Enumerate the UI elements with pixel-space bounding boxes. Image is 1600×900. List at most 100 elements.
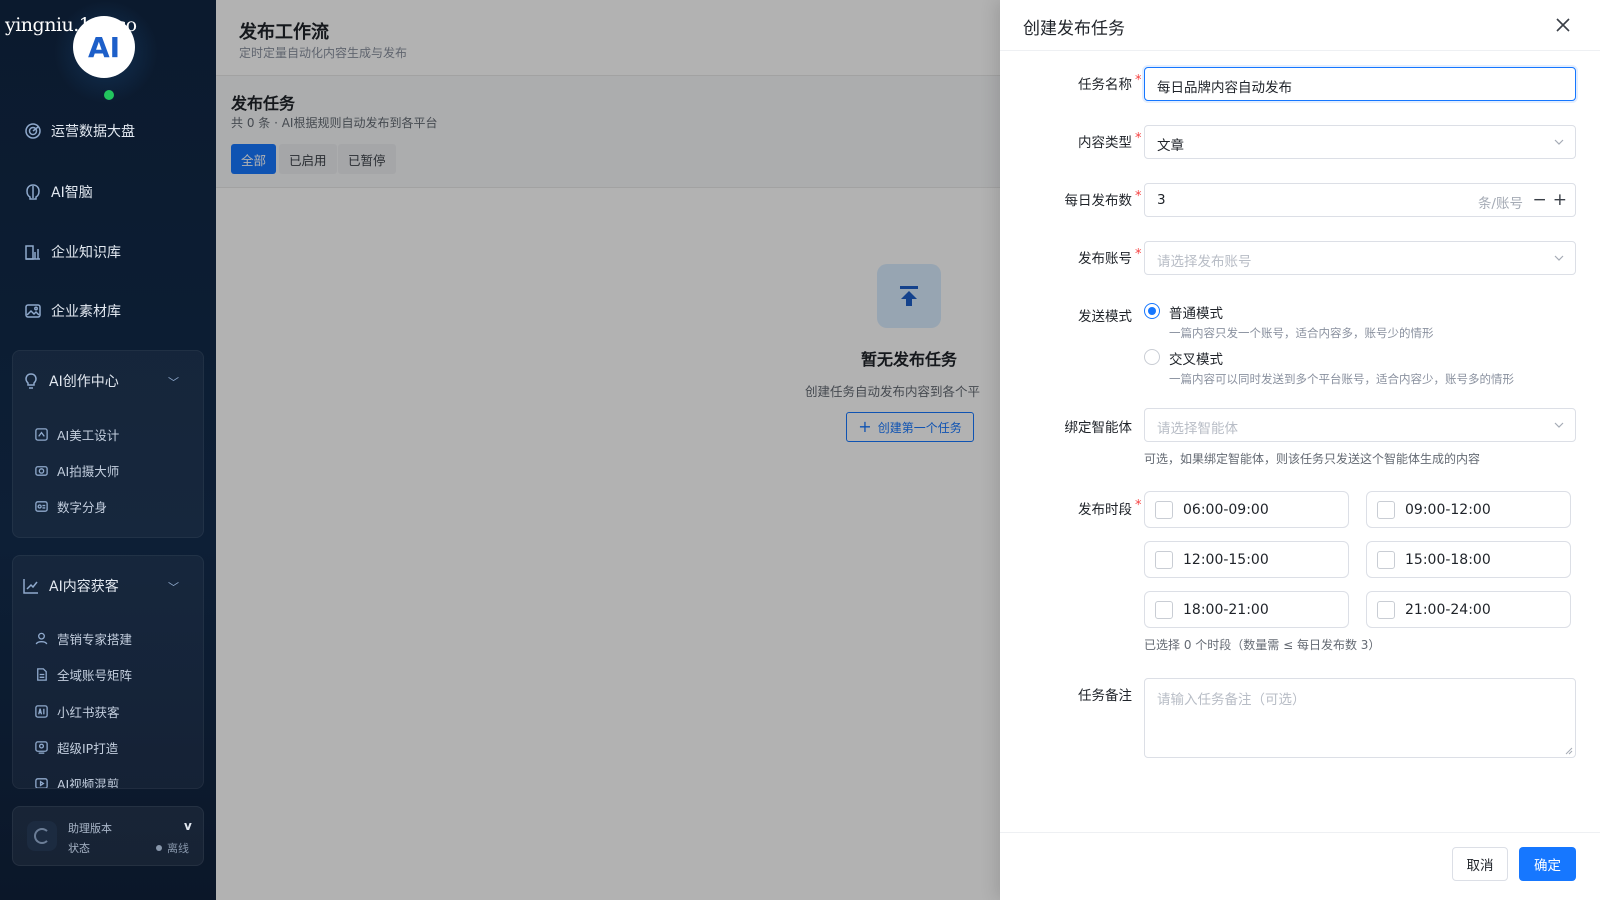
chevron-down-icon[interactable]: ﹀ [168, 374, 179, 390]
nav-item-knowledge[interactable]: 企业知识库 [24, 242, 121, 262]
group-head-ai-creation[interactable]: AI创作中心 [22, 371, 119, 391]
required-mark: * [1135, 73, 1142, 88]
checkbox[interactable] [1155, 500, 1173, 519]
sub-item-super-ip[interactable]: 超级IP打造 [34, 738, 118, 757]
agent-help: 可选，如果绑定智能体，则该任务只发送这个智能体生成的内容 [1144, 452, 1481, 466]
agent-placeholder: 请选择智能体 [1157, 421, 1238, 437]
sub-item-label: 超级IP打造 [57, 741, 119, 756]
chevron-down-icon [1553, 252, 1565, 264]
account-placeholder: 请选择发布账号 [1157, 254, 1252, 270]
image-icon [25, 304, 41, 318]
confirm-button[interactable]: 确定 [1519, 847, 1576, 881]
radar-icon [25, 123, 41, 139]
task-name-label: 任务名称 [1078, 77, 1132, 93]
minus-icon[interactable]: − [1533, 190, 1547, 210]
daily-count-input[interactable]: 3 条/账号 − + [1144, 183, 1576, 217]
quantity-stepper: − + [1533, 190, 1568, 210]
watermark: yingniu.10v.co [5, 14, 137, 36]
online-indicator [104, 90, 114, 100]
checkbox[interactable] [1377, 600, 1395, 619]
time-slot-text: 21:00-24:00 [1405, 601, 1491, 618]
content-type-select[interactable]: 文章 [1144, 125, 1576, 159]
note-textarea[interactable]: 请输入任务备注（可选） [1144, 678, 1576, 758]
sub-item-ai-photo[interactable]: AI拍摄大师 [34, 461, 119, 480]
checkbox[interactable] [1377, 550, 1395, 569]
radio-normal[interactable] [1144, 303, 1160, 319]
user-icon [35, 632, 48, 645]
status-state-value: 离线 [156, 840, 189, 856]
sub-item-label: AI拍摄大师 [57, 464, 120, 479]
send-mode-normal[interactable]: 普通模式 一篇内容只发一个账号，适合内容多，账号少的情形 [1144, 302, 1434, 341]
modal-overlay[interactable] [216, 0, 1000, 900]
close-icon[interactable] [1554, 16, 1572, 34]
time-slot-text: 18:00-21:00 [1183, 601, 1269, 618]
time-slot-1500[interactable]: 15:00-18:00 [1366, 541, 1571, 578]
trend-chart-icon [23, 579, 38, 594]
sub-item-ai-design[interactable]: AI美工设计 [34, 425, 119, 444]
sub-item-digital-twin[interactable]: 数字分身 [34, 497, 107, 516]
time-slot-0600[interactable]: 06:00-09:00 [1144, 491, 1349, 528]
status-state-text: 离线 [167, 842, 189, 855]
video-icon [35, 778, 48, 788]
send-mode-cross[interactable]: 交叉模式 一篇内容可以同时发送到多个平台账号，适合内容少，账号多的情形 [1144, 348, 1514, 387]
nav-label: 运营数据大盘 [51, 124, 135, 140]
sub-item-account-matrix[interactable]: 全域账号矩阵 [34, 665, 132, 684]
checkbox[interactable] [1377, 500, 1395, 519]
time-slot-1800[interactable]: 18:00-21:00 [1144, 591, 1349, 628]
radio-normal-desc: 一篇内容只发一个账号，适合内容多，账号少的情形 [1169, 326, 1434, 340]
loading-icon [27, 821, 57, 851]
time-slot-1200[interactable]: 12:00-15:00 [1144, 541, 1349, 578]
cancel-button[interactable]: 取消 [1452, 847, 1508, 881]
offline-dot-icon [156, 845, 162, 851]
sub-item-label: 全域账号矩阵 [57, 668, 133, 683]
time-slot-help: 已选择 0 个时段（数量需 ≤ 每日发布数 3） [1144, 638, 1381, 652]
agent-select[interactable]: 请选择智能体 [1144, 408, 1576, 442]
account-select[interactable]: 请选择发布账号 [1144, 241, 1576, 275]
required-mark: * [1135, 247, 1142, 262]
palette-icon [35, 428, 48, 441]
sub-item-label: 数字分身 [57, 500, 108, 515]
required-mark: * [1135, 498, 1142, 513]
sub-item-label: AI视频混剪 [57, 777, 120, 788]
drawer-title: 创建发布任务 [1023, 19, 1125, 39]
task-name-input[interactable]: 每日品牌内容自动发布 [1144, 67, 1576, 101]
sub-item-video-mix[interactable]: AI视频混剪 [34, 774, 119, 788]
radio-normal-title: 普通模式 [1169, 306, 1223, 322]
content-type-label: 内容类型 [1078, 135, 1132, 151]
nav-item-assets[interactable]: 企业素材库 [24, 301, 121, 321]
status-version-label: 助理版本 [68, 822, 112, 835]
group-label: AI创作中心 [49, 374, 119, 390]
nav-label: AI智脑 [51, 185, 93, 201]
sub-item-label: AI美工设计 [57, 428, 120, 443]
nav-item-ai-brain[interactable]: AI智脑 [24, 182, 93, 202]
building-chart-icon [25, 245, 40, 260]
assistant-status-card[interactable]: 助理版本 状态 v 离线 [12, 806, 204, 866]
id-card-icon [35, 501, 48, 512]
radio-cross-desc: 一篇内容可以同时发送到多个平台账号，适合内容少，账号多的情形 [1169, 372, 1514, 386]
group-head-ai-content[interactable]: AI内容获客 [22, 576, 119, 596]
time-slot-text: 15:00-18:00 [1405, 551, 1491, 568]
required-mark: * [1135, 131, 1142, 146]
radio-cross[interactable] [1144, 349, 1160, 365]
brain-icon [26, 184, 40, 200]
status-version-value: v [184, 819, 192, 833]
chevron-down-icon[interactable]: ﹀ [168, 579, 179, 595]
daily-count-value: 3 [1157, 192, 1166, 208]
checkbox[interactable] [1155, 550, 1173, 569]
account-label: 发布账号 [1078, 251, 1132, 267]
time-slot-label: 发布时段 [1078, 502, 1132, 518]
radio-cross-title: 交叉模式 [1169, 352, 1223, 368]
file-icon [37, 668, 47, 681]
status-state-label: 状态 [68, 842, 90, 855]
nav-label: 企业知识库 [51, 245, 121, 261]
checkbox[interactable] [1155, 600, 1173, 619]
time-slot-0900[interactable]: 09:00-12:00 [1366, 491, 1571, 528]
send-mode-label: 发送模式 [1078, 309, 1132, 325]
resize-handle-icon[interactable] [1565, 747, 1573, 755]
nav-item-dashboard[interactable]: 运营数据大盘 [24, 121, 135, 141]
camera-icon [35, 466, 48, 476]
plus-icon[interactable]: + [1553, 190, 1567, 210]
time-slot-2100[interactable]: 21:00-24:00 [1366, 591, 1571, 628]
sub-item-xiaohongshu[interactable]: 小红书获客 [34, 702, 120, 721]
sub-item-marketing-expert[interactable]: 营销专家搭建 [34, 629, 132, 648]
